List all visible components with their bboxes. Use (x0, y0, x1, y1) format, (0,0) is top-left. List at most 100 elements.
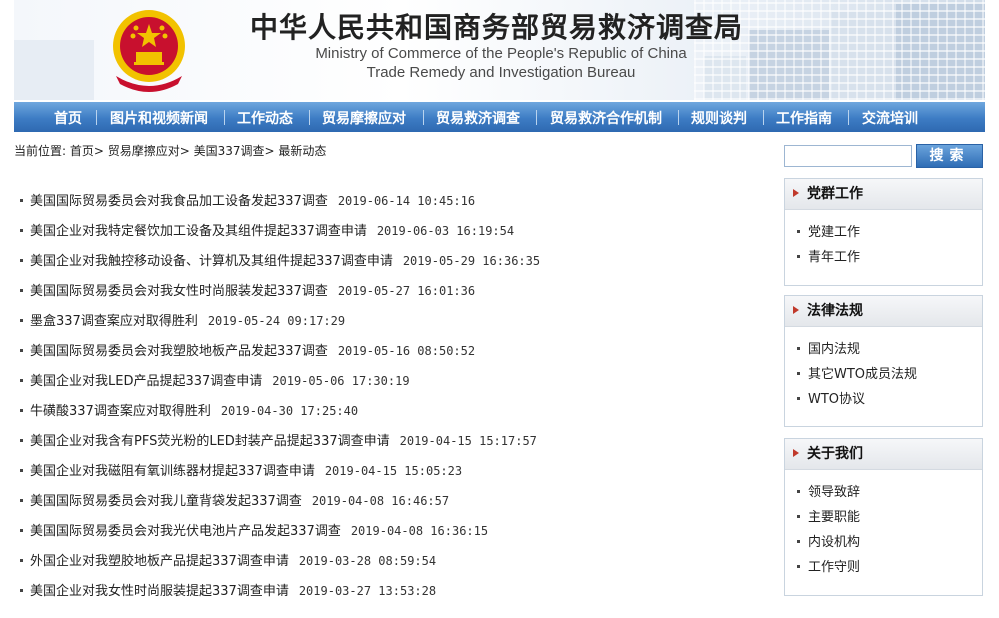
news-title[interactable]: 美国企业对我特定餐饮加工设备及其组件提起337调查申请 (30, 224, 367, 239)
bullet-icon (20, 468, 23, 472)
bullet-icon (20, 198, 23, 202)
news-title[interactable]: 美国企业对我磁阻有氧训练器材提起337调查申请 (30, 464, 315, 479)
list-item[interactable]: 美国国际贸易委员会对我儿童背袋发起337调查 2019-04-08 16:46:5… (20, 486, 760, 516)
breadcrumb-path[interactable]: 首页> 贸易摩擦应对> 美国337调查> 最新动态 (70, 144, 327, 158)
nav-item-trade-friction[interactable]: 贸易摩擦应对 (322, 108, 406, 128)
news-title[interactable]: 美国国际贸易委员会对我女性时尚服装发起337调查 (30, 284, 328, 299)
news-title[interactable]: 外国企业对我塑胶地板产品提起337调查申请 (30, 554, 289, 569)
nav-separator (423, 110, 424, 125)
nav-item-home[interactable]: 首页 (54, 108, 82, 128)
bullet-icon (20, 318, 23, 322)
site-title-en-line1: Ministry of Commerce of the People's Rep… (315, 45, 687, 62)
sidebar-box-party-work: 党群工作 党建工作 青年工作 (784, 178, 983, 286)
sidebar-link[interactable]: 青年工作 (797, 245, 982, 270)
breadcrumb-prefix: 当前位置: (14, 144, 67, 158)
news-title[interactable]: 美国国际贸易委员会对我儿童背袋发起337调查 (30, 494, 302, 509)
sidebar-link-label[interactable]: 党建工作 (808, 225, 860, 240)
nav-separator (309, 110, 310, 125)
sidebar-link-label[interactable]: 工作守则 (808, 560, 860, 575)
list-item[interactable]: 墨盒337调查案应对取得胜利 2019-05-24 09:17:29 (20, 306, 760, 336)
sidebar-box-title[interactable]: 关于我们 (807, 446, 863, 462)
search-button[interactable]: 搜索 (916, 144, 983, 168)
bullet-icon (20, 528, 23, 532)
triangle-right-icon (793, 449, 799, 457)
news-date: 2019-03-27 13:53:28 (298, 584, 437, 598)
search-input[interactable] (784, 145, 912, 167)
list-item[interactable]: 美国国际贸易委员会对我塑胶地板产品发起337调查 2019-05-16 08:50… (20, 336, 760, 366)
sidebar-link[interactable]: 工作守则 (797, 555, 982, 580)
news-date: 2019-05-27 16:01:36 (337, 284, 476, 298)
news-date: 2019-04-15 15:05:23 (324, 464, 463, 478)
header-banner: 中华人民共和国商务部贸易救济调查局 Ministry of Commerce o… (14, 0, 985, 100)
bullet-icon (797, 229, 800, 233)
news-title[interactable]: 墨盒337调查案应对取得胜利 (30, 314, 198, 329)
list-item[interactable]: 美国国际贸易委员会对我食品加工设备发起337调查 2019-06-14 10:45… (20, 186, 760, 216)
bullet-icon (20, 258, 23, 262)
news-title[interactable]: 美国国际贸易委员会对我食品加工设备发起337调查 (30, 194, 328, 209)
sidebar-link[interactable]: WTO协议 (797, 387, 982, 412)
nav-item-trade-remedy-investigation[interactable]: 贸易救济调查 (436, 108, 520, 128)
list-item[interactable]: 美国企业对我含有PFS荧光粉的LED封装产品提起337调查申请 2019-04-1… (20, 426, 760, 456)
sidebar-link[interactable]: 内设机构 (797, 530, 982, 555)
news-title[interactable]: 美国国际贸易委员会对我光伏电池片产品发起337调查 (30, 524, 341, 539)
bullet-icon (20, 438, 23, 442)
news-date: 2019-05-16 08:50:52 (337, 344, 476, 358)
bullet-icon (20, 378, 23, 382)
news-title[interactable]: 牛磺酸337调查案应对取得胜利 (30, 404, 211, 419)
bullet-icon (797, 564, 800, 568)
list-item[interactable]: 牛磺酸337调查案应对取得胜利 2019-04-30 17:25:40 (20, 396, 760, 426)
bullet-icon (20, 348, 23, 352)
site-title-en: Ministry of Commerce of the People's Rep… (291, 44, 711, 82)
sidebar-link[interactable]: 其它WTO成员法规 (797, 362, 982, 387)
list-item[interactable]: 美国国际贸易委员会对我光伏电池片产品发起337调查 2019-04-08 16:3… (20, 516, 760, 546)
nav-item-exchange-training[interactable]: 交流培训 (862, 108, 918, 128)
nav-item-photo-video-news[interactable]: 图片和视频新闻 (110, 108, 208, 128)
site-title-en-line2: Trade Remedy and Investigation Bureau (366, 64, 636, 81)
sidebar-box-title[interactable]: 党群工作 (807, 186, 863, 202)
nav-item-work-updates[interactable]: 工作动态 (237, 108, 293, 128)
sidebar-link[interactable]: 国内法规 (797, 337, 982, 362)
sidebar-link[interactable]: 领导致辞 (797, 480, 982, 505)
sidebar-link-label[interactable]: 青年工作 (808, 250, 860, 265)
list-item[interactable]: 美国国际贸易委员会对我女性时尚服装发起337调查 2019-05-27 16:01… (20, 276, 760, 306)
news-date: 2019-03-28 08:59:54 (298, 554, 437, 568)
nav-separator (848, 110, 849, 125)
bullet-icon (20, 498, 23, 502)
news-title[interactable]: 美国企业对我触控移动设备、计算机及其组件提起337调查申请 (30, 254, 393, 269)
nav-item-cooperation-mechanism[interactable]: 贸易救济合作机制 (550, 108, 662, 128)
list-item[interactable]: 美国企业对我女性时尚服装提起337调查申请 2019-03-27 13:53:28 (20, 576, 760, 606)
sidebar-box-header: 关于我们 (785, 439, 982, 470)
sidebar-link-label[interactable]: 主要职能 (808, 510, 860, 525)
nav-separator (763, 110, 764, 125)
sidebar-link[interactable]: 党建工作 (797, 220, 982, 245)
nav-item-work-guide[interactable]: 工作指南 (776, 108, 832, 128)
nav-separator (96, 110, 97, 125)
sidebar-link-label[interactable]: 领导致辞 (808, 485, 860, 500)
nav-separator (536, 110, 537, 125)
bullet-icon (797, 396, 800, 400)
list-item[interactable]: 美国企业对我LED产品提起337调查申请 2019-05-06 17:30:19 (20, 366, 760, 396)
bullet-icon (20, 588, 23, 592)
sidebar-link-label[interactable]: 其它WTO成员法规 (808, 367, 917, 382)
news-title[interactable]: 美国企业对我LED产品提起337调查申请 (30, 374, 262, 389)
news-title[interactable]: 美国国际贸易委员会对我塑胶地板产品发起337调查 (30, 344, 328, 359)
list-item[interactable]: 外国企业对我塑胶地板产品提起337调查申请 2019-03-28 08:59:54 (20, 546, 760, 576)
list-item[interactable]: 美国企业对我磁阻有氧训练器材提起337调查申请 2019-04-15 15:05:… (20, 456, 760, 486)
news-date: 2019-04-08 16:46:57 (311, 494, 450, 508)
list-item[interactable]: 美国企业对我触控移动设备、计算机及其组件提起337调查申请 2019-05-29 … (20, 246, 760, 276)
triangle-right-icon (793, 189, 799, 197)
sidebar-box-title[interactable]: 法律法规 (807, 303, 863, 319)
national-emblem-icon (113, 10, 185, 92)
sidebar-link-label[interactable]: WTO协议 (808, 392, 865, 407)
sidebar-link-label[interactable]: 内设机构 (808, 535, 860, 550)
news-title[interactable]: 美国企业对我女性时尚服装提起337调查申请 (30, 584, 289, 599)
bullet-icon (797, 539, 800, 543)
news-title[interactable]: 美国企业对我含有PFS荧光粉的LED封装产品提起337调查申请 (30, 434, 390, 449)
news-date: 2019-06-03 16:19:54 (376, 224, 515, 238)
sidebar-link[interactable]: 主要职能 (797, 505, 982, 530)
main-nav: 首页 图片和视频新闻 工作动态 贸易摩擦应对 贸易救济调查 贸易救济合作机制 规… (14, 102, 985, 132)
sidebar-link-label[interactable]: 国内法规 (808, 342, 860, 357)
sidebar-box-body: 领导致辞 主要职能 内设机构 工作守则 (785, 470, 982, 588)
list-item[interactable]: 美国企业对我特定餐饮加工设备及其组件提起337调查申请 2019-06-03 16… (20, 216, 760, 246)
nav-item-rules-negotiation[interactable]: 规则谈判 (691, 108, 747, 128)
